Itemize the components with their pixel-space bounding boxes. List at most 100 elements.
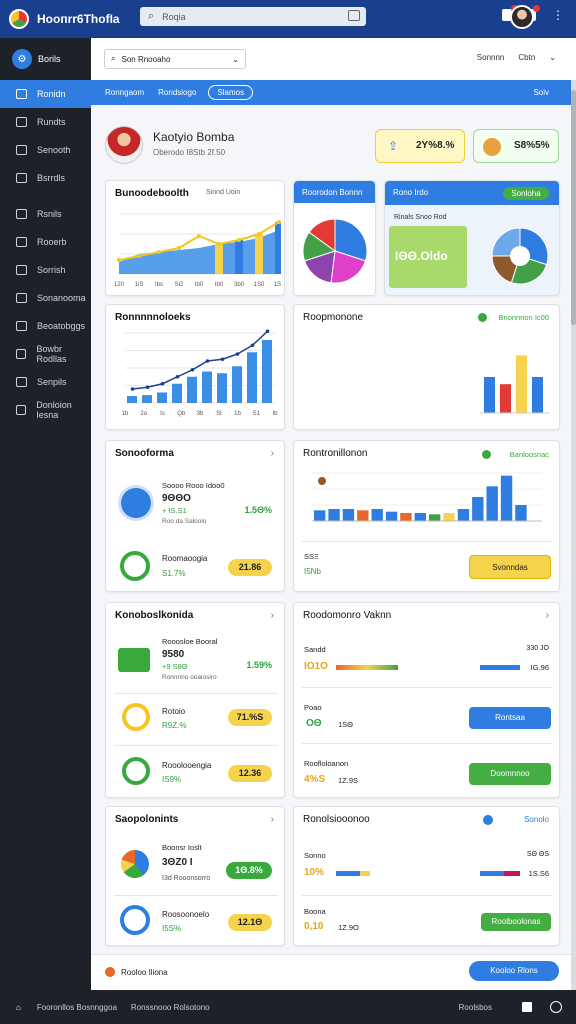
r-link[interactable]: Sonolo [524,815,549,824]
pen-icon [16,377,27,387]
bottom-c[interactable]: Roolsbos [459,1003,492,1012]
chevron-down-icon: ⌄ [232,54,239,64]
sidebar-item-label: Senooth [37,145,71,155]
home-icon[interactable]: ⌂ [16,1003,21,1012]
sidebar-item-label: Senpils [37,377,67,387]
sidebar-item-0[interactable]: Ronidn [0,80,91,108]
trend-point-5 [205,359,210,363]
r-r2-button[interactable]: Roolboolonas [481,913,551,931]
flow-button[interactable]: Svonndas [469,555,551,579]
bar-7 [232,366,242,403]
sidebar-item-11[interactable]: Donloion Iesna [0,396,91,424]
window-icon[interactable] [522,1002,532,1012]
bar-13 [500,475,513,521]
point-5 [217,242,221,246]
trend-point-8 [250,343,255,348]
k-title: Konoboslkonida [115,610,194,621]
sidebar-item-3[interactable]: Bsrrdls [0,164,91,192]
bar-5 [215,244,223,274]
trend-point-4 [190,367,195,372]
sidebar-item-2[interactable]: Senooth [0,136,91,164]
r-r1-right: SΘ ΘS [526,851,549,858]
filter-right-b[interactable]: Cbtn [518,53,535,62]
point-2 [157,250,161,254]
sidebar-items: Ronidn Rundts Senooth Bsrrdls Rsnils Rooerb So… [0,80,91,424]
mail-icon [16,293,27,303]
pie-card-2: Rono Irdo Sonloha Rinals Snoo Rod ΙΘΘ.Ol… [384,180,560,296]
s-icon [118,847,152,881]
chevron-right-icon[interactable]: › [271,610,274,621]
line-bar-card: Ronnnnnoloeks 1b 2o Is Qb 3b Sl 1b S1 Ib [105,304,285,430]
chevron-right-icon[interactable]: › [271,448,274,459]
sidebar-item-1[interactable]: Rundts [0,108,91,136]
tab-a[interactable]: Ronngaom [105,88,144,97]
sidebar-item-9[interactable]: Bowbr Rodllas [0,340,91,368]
bar-10 [457,509,470,521]
chevron-right-icon[interactable]: › [271,814,274,825]
bar-1 [328,509,340,521]
k-row2-value: R9Z.% [162,721,187,730]
tab-bar: Ronngaom Rondsiogo Slamos Soiv [91,80,571,105]
sidebar-header-label: Borils [38,54,61,64]
search-input[interactable]: ⌕ Roqia [140,7,366,26]
bar-12 [486,486,498,521]
tick-label: 1iS [135,282,144,288]
bottom-bar: ⌂ Fooronllos Bosnnggoa Ronssnooo Rolsoto… [0,990,576,1024]
tab-pill[interactable]: Slamos [208,85,254,100]
sidebar-item-10[interactable]: Senpils [0,368,91,396]
point-3 [177,246,181,250]
revenue-legend: Sinnd Uoin [206,189,241,196]
tick-label: Ib0 [195,282,204,288]
filter-right-a[interactable]: Sonnnn [477,53,505,62]
flow-l2: I5Nb [304,567,321,576]
chevron-right-icon[interactable]: › [546,610,549,621]
k-row2-pill: 71.%S [228,709,272,726]
menu-icon[interactable]: ⋮ [552,8,564,22]
sidebar-item-8[interactable]: Beoatobggs [0,312,91,340]
trend-point-0 [130,387,135,391]
bar-7 [255,234,263,274]
sidebar-item-label: Sorrish [37,265,66,275]
bar-5 [202,371,212,403]
chevron-down-icon[interactable]: ⌄ [549,53,556,62]
scrollbar-thumb[interactable] [571,90,576,325]
monitor-r2-button[interactable]: Rontsaa [469,707,551,729]
bar-8 [275,222,281,274]
sensor-delta: + IS.S1 [162,506,187,515]
sidebar-item-5[interactable]: Rooerb [0,228,91,256]
tick-label: 120 [114,282,125,288]
bottom-b[interactable]: Ronssnooo Rolsotono [131,1003,210,1012]
profile-avatar[interactable] [105,126,143,164]
sensor-row2-label: Roomaoogia [162,554,208,563]
filter-select[interactable]: ⌕ Son Rnooaho ⌄ [104,49,246,69]
monitor-r3-small: 1Z.9S [338,776,359,785]
tab-b[interactable]: Rondsiogo [158,88,196,97]
bar-card-2: Roopmonone Bnonnnon Ic00 [293,304,560,430]
divider [114,693,278,694]
app-logo-icon[interactable] [9,9,29,29]
doc-icon [16,405,27,415]
tick-label: Qb [177,411,186,417]
avatar[interactable] [510,5,534,29]
monitor-r2-label: Poao [304,703,322,712]
monitor-r1-right2: IG.96 [530,663,549,672]
kpi-card-1[interactable]: ⇪ 2Y%8.% [375,129,465,163]
info-icon[interactable] [550,1001,562,1013]
s-mini: Boonsr Ioslt [162,843,202,852]
tick-label: Sl [216,411,221,417]
tab-right[interactable]: Soiv [533,88,549,97]
sidebar-item-6[interactable]: Sorrish [0,256,91,284]
pie-card-2-button[interactable]: Sonloha [503,187,549,200]
k-row3-value: IS9% [162,775,182,784]
monitor-r3-button[interactable]: Doomnnoo [469,763,551,785]
point-6 [237,238,241,242]
kpi-card-2[interactable]: S8%5% [473,129,559,163]
sidebar-header[interactable]: ⚙ Borils [0,38,91,80]
sidebar-item-7[interactable]: Sonanooma [0,284,91,312]
footer-button[interactable]: Kooloo Rlons [469,961,559,981]
bottom-a[interactable]: Fooronllos Bosnnggoa [37,1003,117,1012]
monitor-r3-value: 4%S [304,774,326,785]
sidebar-item-4[interactable]: Rsnils [0,200,91,228]
bar-8 [247,352,257,403]
bar-1 [142,395,152,403]
